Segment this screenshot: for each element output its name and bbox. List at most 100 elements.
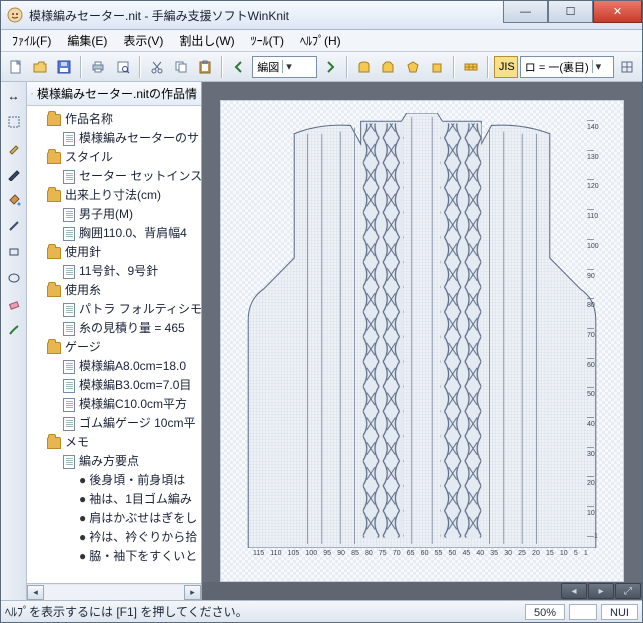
app-window: 模様編みセーター.nit - 手編み支援ソフトWinKnit — ☐ ✕ ﾌｧｲ… (0, 0, 643, 623)
tree-item[interactable]: 模様編A8.0cm=18.0 (33, 357, 201, 376)
tree-item[interactable]: ゴム編ゲージ 10cm平 (33, 414, 201, 433)
tree-item[interactable]: パトラ フォルティシモ太( (33, 300, 201, 319)
tree-folder[interactable]: 使用糸 (33, 281, 201, 300)
bullet-icon: ● (79, 530, 86, 544)
menu-view[interactable]: 表示(V) (116, 30, 170, 51)
prev-button[interactable] (228, 55, 250, 79)
grid-button[interactable] (616, 55, 638, 79)
copy-button[interactable] (170, 55, 192, 79)
erase-tool[interactable] (4, 294, 24, 314)
jis-label: JIS (499, 61, 515, 73)
panel-hscroll[interactable]: ◂ ▸ (27, 583, 201, 600)
bullet-icon: ● (79, 492, 86, 506)
tree-item[interactable]: 11号針、9号針 (33, 262, 201, 281)
tree-folder[interactable]: 作品名称 (33, 110, 201, 129)
jis-combo[interactable]: JIS (494, 56, 518, 78)
piece-a-button[interactable] (353, 55, 375, 79)
piece-c-button[interactable] (401, 55, 423, 79)
tree-item[interactable]: 男子用(M) (33, 205, 201, 224)
ellipse-tool[interactable] (4, 268, 24, 288)
preview-button[interactable] (112, 55, 134, 79)
tree-item[interactable]: 模様編C10.0cm平方 (33, 395, 201, 414)
window-buttons: — ☐ ✕ (503, 1, 642, 29)
folder-icon (47, 152, 61, 164)
tree-item[interactable]: 胸囲110.0、背肩幅4 (33, 224, 201, 243)
document-icon (63, 455, 75, 469)
scroll-left-icon[interactable]: ◂ (27, 585, 44, 600)
tree-folder[interactable]: 出来上り寸法(cm) (33, 186, 201, 205)
new-button[interactable] (5, 55, 27, 79)
menubar: ﾌｧｲﾙ(F) 編集(E) 表示(V) 割出し(W) ﾂｰﾙ(T) ﾍﾙﾌﾟ(H… (1, 30, 642, 52)
tree-item[interactable]: ●後身頃・前身頃は (33, 471, 201, 490)
tree-item[interactable]: ●衿は、衿ぐりから拾 (33, 528, 201, 547)
status-zoom[interactable]: 50% (525, 604, 565, 620)
menu-split[interactable]: 割出し(W) (172, 30, 241, 51)
bullet-icon: ● (79, 511, 86, 525)
pen-tool[interactable] (4, 164, 24, 184)
status-mode: NUI (601, 604, 638, 620)
eyedrop-tool[interactable] (4, 138, 24, 158)
tree-item[interactable]: 模様編みセーターのサン (33, 129, 201, 148)
garment-chart (238, 113, 606, 548)
tree-folder[interactable]: ゲージ (33, 338, 201, 357)
folder-icon (47, 190, 61, 202)
piece-b-button[interactable] (377, 55, 399, 79)
tree-item[interactable]: 糸の見積り量 = 465 (33, 319, 201, 338)
tree-item[interactable]: 模様編B3.0cm=7.0目 (33, 376, 201, 395)
ruler-right: —140—130—120—110—100—90—80—70—60—50—40—3… (587, 117, 601, 540)
close-button[interactable]: ✕ (593, 1, 642, 23)
tree-item[interactable]: セーター セットインスリーブ (33, 167, 201, 186)
tree-folder[interactable]: メモ (33, 433, 201, 452)
palette-button[interactable] (460, 55, 482, 79)
select-tool[interactable] (4, 112, 24, 132)
scroll-right-icon[interactable]: ▸ (184, 585, 201, 600)
folder-icon (47, 114, 61, 126)
menu-help[interactable]: ﾍﾙﾌﾟ(H) (293, 30, 348, 51)
nav-right-button[interactable]: ▸ (588, 583, 614, 599)
scroll-track[interactable] (44, 585, 184, 600)
status-message: ﾍﾙﾌﾟを表示するには [F1] を押してください。 (5, 603, 521, 620)
app-icon (31, 87, 33, 101)
tree-item[interactable]: ●肩はかぶせはぎをし (33, 509, 201, 528)
minimize-button[interactable]: — (503, 1, 548, 23)
piece-d-button[interactable] (426, 55, 448, 79)
bullet-icon: ● (79, 549, 86, 563)
save-button[interactable] (53, 55, 75, 79)
fill-tool[interactable] (4, 190, 24, 210)
paste-button[interactable] (194, 55, 216, 79)
menu-file[interactable]: ﾌｧｲﾙ(F) (5, 30, 58, 51)
cut-button[interactable] (146, 55, 168, 79)
document-icon (63, 265, 75, 279)
document-icon (63, 322, 75, 336)
brush-tool[interactable] (4, 320, 24, 340)
maximize-button[interactable]: ☐ (548, 1, 593, 23)
line-tool[interactable] (4, 216, 24, 236)
move-tool[interactable]: ↔ (4, 86, 24, 106)
workspace: ↔ 模様編みセーター.nitの作品情 作品名称模様編みセーターのサンスタイルセー… (1, 82, 642, 600)
tree-item[interactable]: ●袖は、1目ゴム編み (33, 490, 201, 509)
tree-folder[interactable]: スタイル (33, 148, 201, 167)
nav-left-button[interactable]: ◂ (561, 583, 587, 599)
nav-expand-button[interactable]: ⤢ (615, 583, 641, 599)
knitting-canvas[interactable]: 1151101051009590858075706560555045403530… (220, 100, 624, 582)
document-icon (63, 417, 75, 431)
tree-folder[interactable]: 使用針 (33, 243, 201, 262)
menu-tool[interactable]: ﾂｰﾙ(T) (244, 30, 291, 51)
tree-item[interactable]: ●脇・袖下をすくいと (33, 547, 201, 566)
open-button[interactable] (29, 55, 51, 79)
mode-combo[interactable]: 編図▾ (252, 56, 317, 78)
status-blank (569, 604, 597, 620)
rect-tool[interactable] (4, 242, 24, 262)
ruler-bottom: 1151101051009590858075706560555045403530… (253, 550, 588, 560)
stitch-value: ロ = 一(裏目) (525, 59, 589, 75)
document-icon (63, 227, 75, 241)
canvas-area: 1151101051009590858075706560555045403530… (202, 82, 642, 600)
tree-item[interactable]: 編み方要点 (33, 452, 201, 471)
next-button[interactable] (319, 55, 341, 79)
menu-edit[interactable]: 編集(E) (60, 30, 114, 51)
document-icon (63, 379, 75, 393)
print-button[interactable] (87, 55, 109, 79)
info-tree[interactable]: 作品名称模様編みセーターのサンスタイルセーター セットインスリーブ出来上り寸法(… (27, 106, 201, 583)
stitch-combo[interactable]: ロ = 一(裏目)▾ (520, 56, 614, 78)
titlebar: 模様編みセーター.nit - 手編み支援ソフトWinKnit — ☐ ✕ (1, 1, 642, 30)
